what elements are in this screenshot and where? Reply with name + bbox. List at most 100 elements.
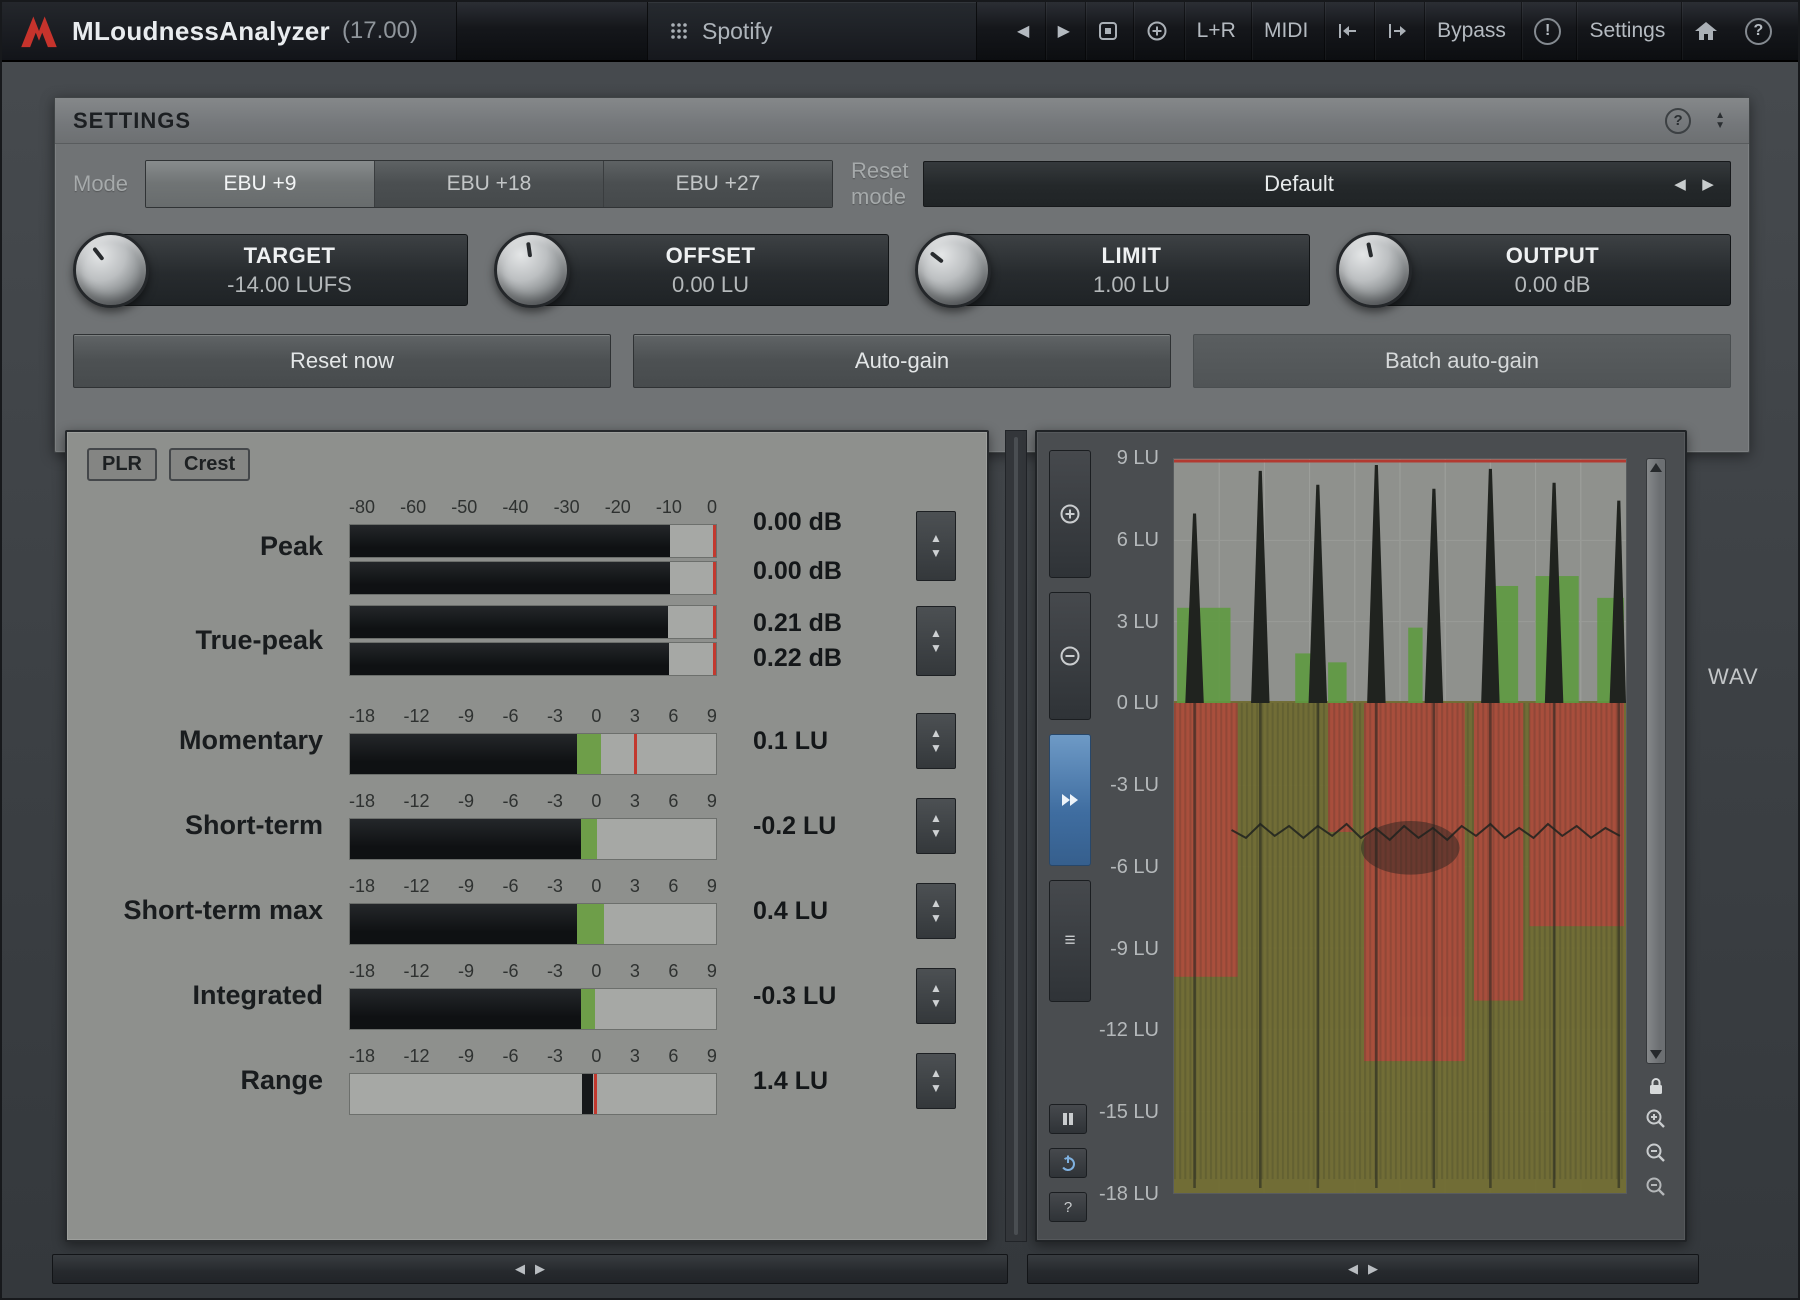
pause-button[interactable] <box>1049 1104 1087 1134</box>
stepper-down-icon: ▼ <box>930 742 942 755</box>
tab-crest[interactable]: Crest <box>169 448 250 481</box>
home-button[interactable] <box>1681 2 1730 60</box>
peak-stepper[interactable]: ▲ ▼ <box>916 511 956 581</box>
scale-tick: -6 <box>502 1046 518 1068</box>
settings-collapse-button[interactable]: ▲ ▼ <box>1709 110 1731 132</box>
output-knob[interactable] <box>1336 232 1412 308</box>
random-preset-button[interactable] <box>1085 2 1130 60</box>
power-button[interactable] <box>1049 1148 1087 1178</box>
graph-help-button[interactable]: ? <box>1049 1192 1087 1222</box>
limit-knob[interactable] <box>915 232 991 308</box>
settings-button[interactable]: Settings <box>1576 2 1677 60</box>
offset-display[interactable]: OFFSET 0.00 LU <box>532 234 889 306</box>
output-control: OUTPUT 0.00 dB <box>1336 230 1731 310</box>
reset-mode-dropdown[interactable]: Default ◀ ▶ <box>923 161 1731 207</box>
scroll-up-icon[interactable] <box>1650 463 1662 472</box>
settings-panel-header[interactable]: SETTINGS ? ▲ ▼ <box>55 98 1749 144</box>
scale-tick: 3 <box>630 1046 640 1068</box>
zoom-in-icon-button[interactable] <box>1645 1108 1667 1130</box>
meters-panel-hscroll[interactable]: ◀ ▶ <box>52 1254 1008 1284</box>
meter-label-short-term-max: Short-term max <box>87 895 337 926</box>
scale-tick: 6 <box>668 706 678 728</box>
reset-mode-label: Reset mode <box>851 158 923 210</box>
scroll-right-icon[interactable]: ▶ <box>1368 1261 1378 1277</box>
reset-mode-next-icon[interactable]: ▶ <box>1694 175 1722 193</box>
scale-tick: 3 <box>630 791 640 813</box>
limit-display[interactable]: LIMIT 1.00 LU <box>953 234 1310 306</box>
momentary-stepper[interactable]: ▲ ▼ <box>916 713 956 769</box>
meters-list: Peak -80-60-50-40-30-20-100 0.00 dB 0.00… <box>87 497 967 1115</box>
zoom-out-icon-button[interactable] <box>1645 1142 1667 1164</box>
meter-fill <box>350 606 668 638</box>
reset-mode-value: Default <box>932 171 1666 197</box>
peak-value-2: 0.00 dB <box>753 554 904 588</box>
true-peak-value-2: 0.22 dB <box>753 641 904 675</box>
alert-button[interactable]: ! <box>1521 2 1573 60</box>
midi-button[interactable]: MIDI <box>1251 2 1320 60</box>
graph-panel-hscroll[interactable]: ◀ ▶ <box>1027 1254 1699 1284</box>
divider-handle[interactable] <box>1014 437 1018 1235</box>
offset-knob[interactable] <box>494 232 570 308</box>
follow-playback-button[interactable] <box>1049 734 1091 866</box>
output-display[interactable]: OUTPUT 0.00 dB <box>1374 234 1731 306</box>
true-peak-value-1: 0.21 dB <box>753 606 904 640</box>
lu-scale: -18-12-9-6-30369 <box>349 791 717 813</box>
scroll-down-icon[interactable] <box>1650 1050 1662 1059</box>
scale-tick: -6 <box>502 706 518 728</box>
scale-tick: -9 <box>458 791 474 813</box>
tab-plr[interactable]: PLR <box>87 448 157 481</box>
graph-menu-button[interactable]: ≡ <box>1049 880 1091 1002</box>
meter-segment <box>581 819 597 859</box>
range-stepper[interactable]: ▲ ▼ <box>916 1053 956 1109</box>
reset-mode-prev-icon[interactable]: ◀ <box>1666 175 1694 193</box>
mode-selector: EBU +9 EBU +18 EBU +27 <box>145 160 833 208</box>
settings-help-button[interactable]: ? <box>1659 107 1697 135</box>
reset-now-button[interactable]: Reset now <box>73 334 611 388</box>
mode-ebu9-button[interactable]: EBU +9 <box>146 161 375 207</box>
preset-selector[interactable]: Spotify <box>647 2 977 60</box>
loudness-history-graph[interactable] <box>1173 458 1627 1194</box>
integrated-stepper[interactable]: ▲ ▼ <box>916 968 956 1024</box>
scale-tick: -3 <box>547 706 563 728</box>
target-display[interactable]: TARGET -14.00 LUFS <box>111 234 468 306</box>
short-term-max-stepper[interactable]: ▲ ▼ <box>916 883 956 939</box>
scale-tick: -12 <box>403 876 429 898</box>
vscroll-track[interactable] <box>1646 458 1666 1064</box>
target-control: TARGET -14.00 LUFS <box>73 230 468 310</box>
add-preset-button[interactable] <box>1133 2 1180 60</box>
scale-tick: 0 <box>707 497 717 519</box>
meter-marker <box>713 606 716 638</box>
scroll-right-icon[interactable]: ▶ <box>535 1261 545 1277</box>
bypass-button[interactable]: Bypass <box>1424 2 1518 60</box>
zoom-fit-icon-button[interactable] <box>1645 1176 1667 1198</box>
next-preset-button[interactable]: ▶ <box>1045 2 1082 60</box>
graph-y-axis: 9 LU6 LU3 LU0 LU-3 LU-6 LU-9 LU-12 LU-15… <box>1095 458 1165 1194</box>
short-term-stepper[interactable]: ▲ ▼ <box>916 798 956 854</box>
scale-tick: -3 <box>547 1046 563 1068</box>
integrated-value: -0.3 LU <box>753 979 904 1013</box>
graph-vscrollbar[interactable] <box>1635 458 1677 1228</box>
scale-tick: -18 <box>349 1046 375 1068</box>
panel-divider[interactable] <box>1005 430 1027 1242</box>
mode-ebu18-button[interactable]: EBU +18 <box>375 161 604 207</box>
channel-mode-button[interactable]: L+R <box>1184 2 1248 60</box>
help-button[interactable]: ? <box>1733 2 1784 60</box>
meter-marker <box>634 734 637 774</box>
mode-ebu27-button[interactable]: EBU +27 <box>604 161 832 207</box>
melda-logo-icon[interactable] <box>18 13 60 49</box>
wav-tab-label[interactable]: WAV <box>1708 664 1759 690</box>
copy-settings-out-button[interactable] <box>1374 2 1421 60</box>
graph-zoom-out-button[interactable] <box>1049 592 1091 720</box>
prev-preset-button[interactable]: ◀ <box>1005 2 1041 60</box>
stepper-down-icon: ▼ <box>930 642 942 655</box>
true-peak-stepper[interactable]: ▲ ▼ <box>916 606 956 676</box>
scroll-left-icon[interactable]: ◀ <box>1348 1261 1358 1277</box>
graph-zoom-in-button[interactable] <box>1049 450 1091 578</box>
batch-auto-gain-button[interactable]: Batch auto-gain <box>1193 334 1731 388</box>
scroll-left-icon[interactable]: ◀ <box>515 1261 525 1277</box>
copy-settings-in-button[interactable] <box>1324 2 1371 60</box>
lock-zoom-button[interactable] <box>1646 1076 1666 1096</box>
auto-gain-button[interactable]: Auto-gain <box>633 334 1171 388</box>
scale-tick: -6 <box>502 791 518 813</box>
target-knob[interactable] <box>73 232 149 308</box>
